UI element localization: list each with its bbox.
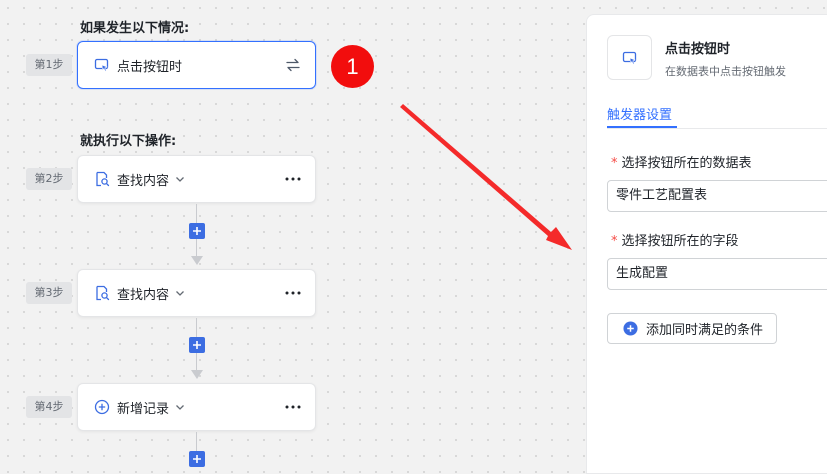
add-condition-label: 添加同时满足的条件 xyxy=(646,323,764,338)
add-condition-button[interactable]: 添加同时满足的条件 xyxy=(607,313,778,344)
cursor-click-icon xyxy=(622,51,636,65)
field-field-label: * 选择按钮所在的字段 xyxy=(611,234,739,249)
tab-divider xyxy=(607,128,827,129)
field-select[interactable]: 生成配置 xyxy=(607,258,827,290)
plus-circle-icon xyxy=(623,321,638,336)
panel-title: 点击按钮时 xyxy=(665,42,731,57)
tab-trigger-settings[interactable]: 触发器设置 xyxy=(607,104,672,123)
trigger-type-icon-box xyxy=(607,35,652,80)
field-table-label: * 选择按钮所在的数据表 xyxy=(611,156,752,171)
panel-subtitle: 在数据表中点击按钮触发 xyxy=(665,65,786,78)
table-select[interactable]: 零件工艺配置表 xyxy=(607,180,827,212)
trigger-settings-panel: 点击按钮时 在数据表中点击按钮触发 触发器设置 * 选择按钮所在的数据表 零件工艺… xyxy=(586,14,827,474)
